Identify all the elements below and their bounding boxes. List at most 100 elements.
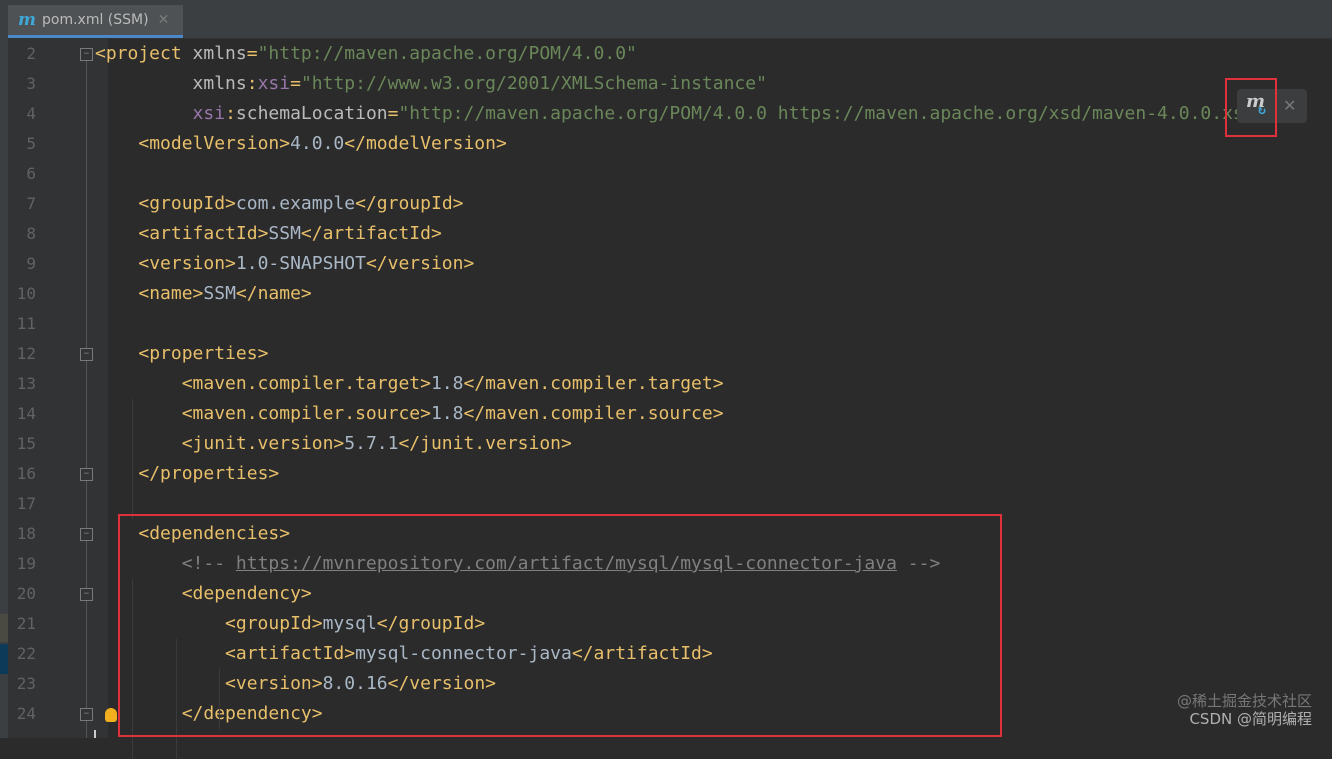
fold-marker-icon[interactable]: − <box>80 708 93 721</box>
line-number: 18 <box>16 524 36 543</box>
code-token: 1.0-SNAPSHOT <box>235 253 366 274</box>
code-token: </properties> <box>138 463 280 484</box>
code-line[interactable]: <modelVersion>4.0.0</modelVersion> <box>95 129 507 159</box>
code-line[interactable]: </properties> <box>95 459 279 489</box>
code-token: </modelVersion> <box>344 133 507 154</box>
code-token: SSM <box>268 223 301 244</box>
line-number: 20 <box>16 584 36 603</box>
code-token: <groupId> <box>138 193 236 214</box>
line-number: 17 <box>16 494 36 513</box>
code-token: "http://maven.apache.org/POM/4.0.0" <box>257 43 637 64</box>
fold-marker-icon[interactable]: − <box>80 48 93 61</box>
watermark-line2: CSDN @简明编程 <box>1189 710 1312 728</box>
code-token: 1.8 <box>430 373 464 394</box>
code-token: xsi <box>257 73 291 94</box>
code-line[interactable]: <properties> <box>95 339 268 369</box>
code-token: <modelVersion> <box>138 133 291 154</box>
code-token: </name> <box>235 283 312 304</box>
close-popup-icon[interactable]: ✕ <box>1283 96 1296 115</box>
line-number: 2 <box>26 44 36 63</box>
code-token: <version> <box>138 253 236 274</box>
code-line[interactable]: <junit.version>5.7.1</junit.version> <box>95 429 572 459</box>
code-token: SSM <box>203 283 236 304</box>
dependencies-highlight-box <box>118 514 1002 737</box>
code-token: = <box>387 103 399 124</box>
line-number: 12 <box>16 344 36 363</box>
code-line[interactable]: <maven.compiler.target>1.8</maven.compil… <box>95 369 724 399</box>
code-token: </version> <box>365 253 475 274</box>
code-token: = <box>246 43 258 64</box>
lightbulb-icon[interactable] <box>105 708 117 722</box>
code-token: </groupId> <box>355 193 464 214</box>
code-line[interactable]: <name>SSM</name> <box>95 279 312 309</box>
code-token: xsi <box>192 103 226 124</box>
code-token: <name> <box>138 283 204 304</box>
code-token: </maven.compiler.source> <box>463 403 724 424</box>
watermark: @稀土掘金技术社区 CSDN @简明编程 <box>1177 692 1312 728</box>
fold-line <box>86 48 87 738</box>
code-token: xmlns <box>192 73 247 94</box>
line-number: 24 <box>16 704 36 723</box>
code-token: </maven.compiler.target> <box>463 373 724 394</box>
line-number: 3 <box>26 74 36 93</box>
code-line[interactable]: <artifactId>SSM</artifactId> <box>95 219 442 249</box>
code-token: </junit.version> <box>398 433 572 454</box>
code-token: : <box>246 73 258 94</box>
editor-tab-bar: m pom.xml (SSM) ✕ <box>0 0 1332 39</box>
fold-marker-icon[interactable]: − <box>80 528 93 541</box>
tab-title: pom.xml (SSM) <box>42 12 149 28</box>
code-token: </artifactId> <box>300 223 442 244</box>
indent-guide <box>132 399 134 519</box>
line-number: 5 <box>26 134 36 153</box>
line-number: 11 <box>16 314 36 333</box>
code-token: xmlns <box>192 43 247 64</box>
code-line[interactable]: <version>1.0-SNAPSHOT</version> <box>95 249 474 279</box>
code-token: <project <box>95 43 193 64</box>
line-number: 15 <box>16 434 36 453</box>
code-line[interactable]: <project xmlns="http://maven.apache.org/… <box>95 39 637 69</box>
close-tab-icon[interactable]: ✕ <box>158 12 170 28</box>
code-line[interactable]: <groupId>com.example</groupId> <box>95 189 464 219</box>
code-token: "http://www.w3.org/2001/XMLSchema-instan… <box>300 73 767 94</box>
line-number: 23 <box>16 674 36 693</box>
tab-pom-xml[interactable]: m pom.xml (SSM) ✕ <box>8 5 183 38</box>
line-number: 7 <box>26 194 36 213</box>
code-token: 1.8 <box>430 403 464 424</box>
code-token: = <box>290 73 301 94</box>
code-line[interactable]: <maven.compiler.source>1.8</maven.compil… <box>95 399 724 429</box>
line-number: 22 <box>16 644 36 663</box>
code-line[interactable]: xmlns:xsi="http://www.w3.org/2001/XMLSch… <box>95 69 767 99</box>
fold-marker-icon[interactable]: − <box>80 588 93 601</box>
code-token: 4.0.0 <box>290 133 345 154</box>
line-number: 6 <box>26 164 36 183</box>
line-number: 4 <box>26 104 36 123</box>
code-token: 5.7.1 <box>344 433 399 454</box>
code-line[interactable]: xsi:schemaLocation="http://maven.apache.… <box>95 99 1277 129</box>
side-panel-strip <box>0 38 8 738</box>
fold-marker-icon[interactable]: − <box>80 348 93 361</box>
line-number: 9 <box>26 254 36 273</box>
maven-button-highlight-box <box>1225 78 1277 137</box>
code-token: <properties> <box>138 343 269 364</box>
code-token: "http://maven.apache.org/POM/4.0.0 https… <box>398 103 1277 124</box>
watermark-line1: @稀土掘金技术社区 <box>1176 692 1312 710</box>
code-token: <junit.version> <box>181 433 345 454</box>
line-number: 14 <box>16 404 36 423</box>
fold-marker-icon[interactable]: − <box>80 468 93 481</box>
code-token: : <box>225 103 236 124</box>
text-cursor <box>94 730 96 738</box>
line-number: 21 <box>16 614 36 633</box>
code-token: <maven.compiler.target> <box>181 373 431 394</box>
line-number: 13 <box>16 374 36 393</box>
